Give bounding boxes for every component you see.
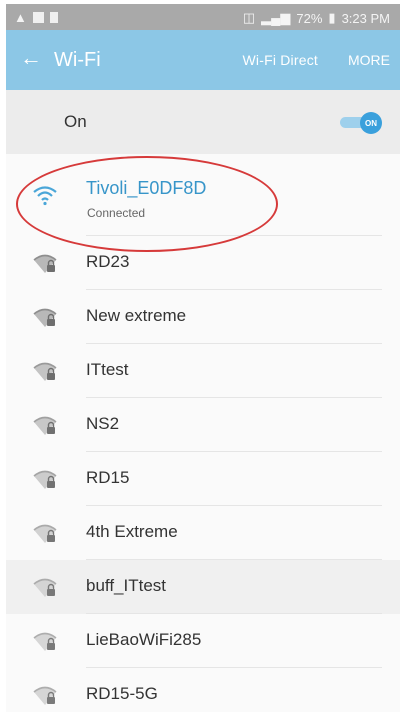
network-name: LieBaoWiFi285 [86, 630, 202, 649]
battery-percent: 72% [296, 10, 323, 26]
network-item[interactable]: NS2 [6, 398, 400, 452]
network-item[interactable]: RD15-5G [6, 668, 400, 712]
network-name: RD15-5G [86, 684, 158, 703]
wifi-locked-icon [33, 524, 57, 543]
network-name: New extreme [86, 306, 187, 325]
network-item[interactable]: RD23 [6, 236, 400, 290]
network-item[interactable]: New extreme [6, 290, 400, 344]
notification-icon [32, 12, 44, 23]
wifi-toggle-row[interactable]: On ON [6, 90, 400, 154]
network-name: NS2 [86, 414, 120, 433]
back-arrow-icon[interactable]: ← [20, 46, 42, 70]
wifi-switch[interactable]: ON [340, 112, 382, 134]
warning-icon: ▲ [14, 10, 27, 25]
more-button[interactable]: MORE [348, 52, 390, 68]
network-item-connected[interactable]: Tivoli_E0DF8D Connected [6, 154, 400, 236]
network-item[interactable]: RD15 [6, 452, 400, 506]
switch-thumb: ON [360, 112, 382, 134]
wifi-locked-icon [33, 308, 57, 327]
phone-screen: ▲ ◫ ▂▄▆ 72% ▮ 3:23 PM ← Wi-Fi Wi-Fi Dire… [6, 4, 400, 712]
sd-card-icon [49, 12, 58, 23]
network-name: 4th Extreme [86, 522, 178, 541]
network-name: RD23 [86, 252, 130, 271]
network-item[interactable]: buff_ITtest [6, 560, 400, 614]
status-icons-left: ▲ [14, 10, 58, 25]
wifi-locked-icon [33, 470, 57, 489]
battery-icon: ▮ [328, 10, 336, 25]
signal-icon: ▂▄▆ [261, 10, 291, 25]
wifi-locked-icon [33, 632, 57, 651]
network-name: buff_ITtest [86, 576, 167, 595]
wifi-toggle-label: On [64, 112, 87, 131]
network-name: Tivoli_E0DF8D [86, 178, 207, 198]
status-icons-right: ◫ ▂▄▆ 72% ▮ 3:23 PM [243, 10, 390, 26]
wifi-signal-icon [33, 186, 57, 206]
wifi-locked-icon [33, 362, 57, 381]
wifi-locked-icon [33, 254, 57, 273]
app-bar: ← Wi-Fi Wi-Fi Direct MORE [6, 30, 400, 90]
clock: 3:23 PM [341, 10, 390, 26]
network-item[interactable]: 4th Extreme [6, 506, 400, 560]
status-bar: ▲ ◫ ▂▄▆ 72% ▮ 3:23 PM [6, 4, 400, 30]
network-list: Tivoli_E0DF8D Connected RD23 New extreme [6, 154, 400, 712]
network-name: RD15 [86, 468, 130, 487]
wifi-locked-icon [33, 416, 57, 435]
wifi-direct-button[interactable]: Wi-Fi Direct [243, 52, 319, 68]
network-name: ITtest [86, 360, 129, 379]
wifi-locked-icon [33, 686, 57, 705]
page-title: Wi-Fi [54, 49, 101, 71]
nfc-icon: ◫ [242, 10, 256, 25]
network-item[interactable]: ITtest [6, 344, 400, 398]
network-status: Connected [87, 206, 146, 220]
wifi-locked-icon [33, 578, 57, 597]
network-item[interactable]: LieBaoWiFi285 [6, 614, 400, 668]
